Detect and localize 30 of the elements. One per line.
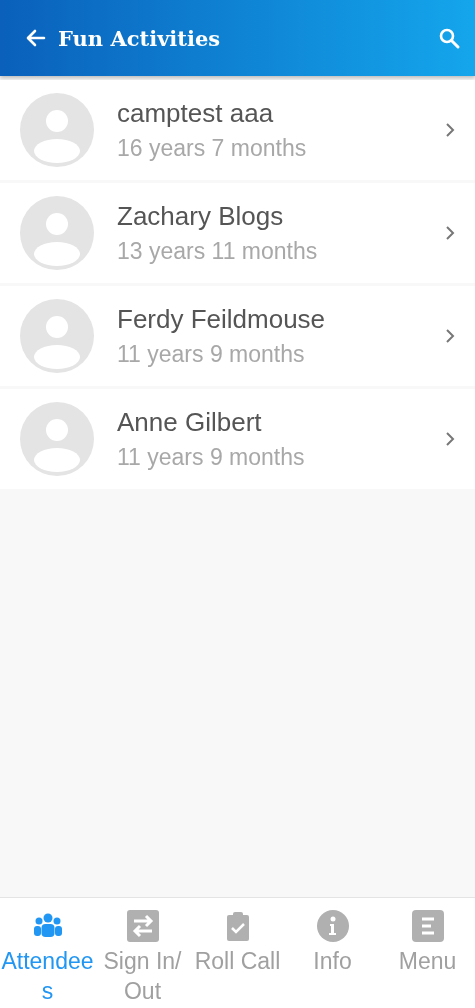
- attendee-age: 16 years 7 months: [117, 135, 308, 162]
- attendee-age: 11 years 9 months: [117, 341, 306, 368]
- menu-icon: [411, 910, 444, 942]
- page-title: Fun Activities: [58, 25, 222, 51]
- attendee-age: 11 years 9 months: [117, 444, 306, 471]
- avatar-icon: [20, 299, 94, 373]
- attendee-age: 13 years 11 months: [117, 238, 319, 265]
- attendee-row[interactable]: Ferdy Feildmouse 11 years 9 months: [0, 286, 475, 386]
- nav-tab[interactable]: Sign In/ Out: [95, 898, 190, 1008]
- swap-arrows-icon: [126, 910, 159, 942]
- chevron-icon: [445, 225, 455, 241]
- attendee-name: Zachary Blogs: [117, 201, 285, 232]
- avatar-icon: [20, 196, 94, 270]
- attendee-name: Anne Gilbert: [117, 407, 263, 438]
- attendee-row[interactable]: camptest aaa 16 years 7 months: [0, 80, 475, 180]
- avatar-icon: [20, 402, 94, 476]
- nav-tab[interactable]: Roll Call: [190, 898, 285, 1008]
- chevron-icon: [445, 328, 455, 344]
- avatar-icon: [20, 93, 94, 167]
- chevron-icon: [445, 122, 455, 138]
- search-icon[interactable]: [437, 26, 461, 50]
- attendee-row[interactable]: Anne Gilbert 11 years 9 months: [0, 389, 475, 489]
- nav-tab[interactable]: Attendees: [0, 898, 95, 1008]
- chevron-icon: [445, 431, 455, 447]
- attendee-name: camptest aaa: [117, 98, 275, 129]
- nav-tab[interactable]: Info: [285, 898, 380, 1008]
- info-icon: [316, 910, 349, 942]
- nav-tab[interactable]: Menu: [380, 898, 475, 1008]
- attendee-name: Ferdy Feildmouse: [117, 304, 327, 335]
- attendee-row[interactable]: Zachary Blogs 13 years 11 months: [0, 183, 475, 283]
